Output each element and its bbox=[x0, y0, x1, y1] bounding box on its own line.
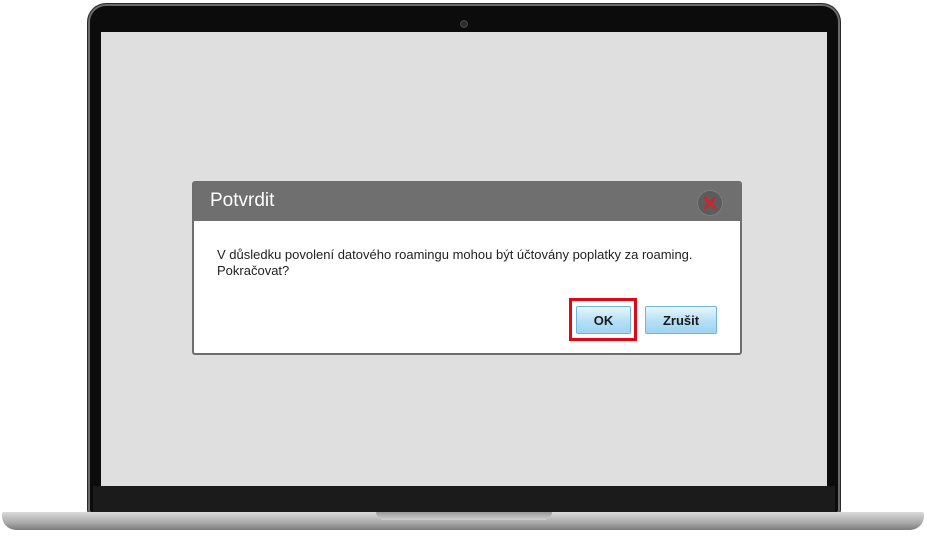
cancel-button[interactable]: Zrušit bbox=[645, 306, 717, 334]
camera-icon bbox=[460, 20, 468, 28]
close-icon bbox=[703, 196, 717, 210]
close-button[interactable] bbox=[698, 191, 722, 215]
ok-button[interactable]: OK bbox=[576, 306, 631, 334]
dialog-message-line: V důsledku povolení datového roamingu mo… bbox=[217, 247, 693, 262]
screen-bezel bbox=[93, 486, 835, 512]
dialog-title: Potvrdit bbox=[210, 190, 275, 211]
laptop-hinge-notch bbox=[376, 512, 552, 520]
dialog-header: Potvrdit bbox=[194, 183, 740, 221]
dialog-message: V důsledku povolení datového roamingu mo… bbox=[217, 247, 717, 279]
confirm-dialog: Potvrdit V důsledku povolení datového ro… bbox=[192, 181, 742, 355]
dialog-message-line: Pokračovat? bbox=[217, 263, 290, 278]
